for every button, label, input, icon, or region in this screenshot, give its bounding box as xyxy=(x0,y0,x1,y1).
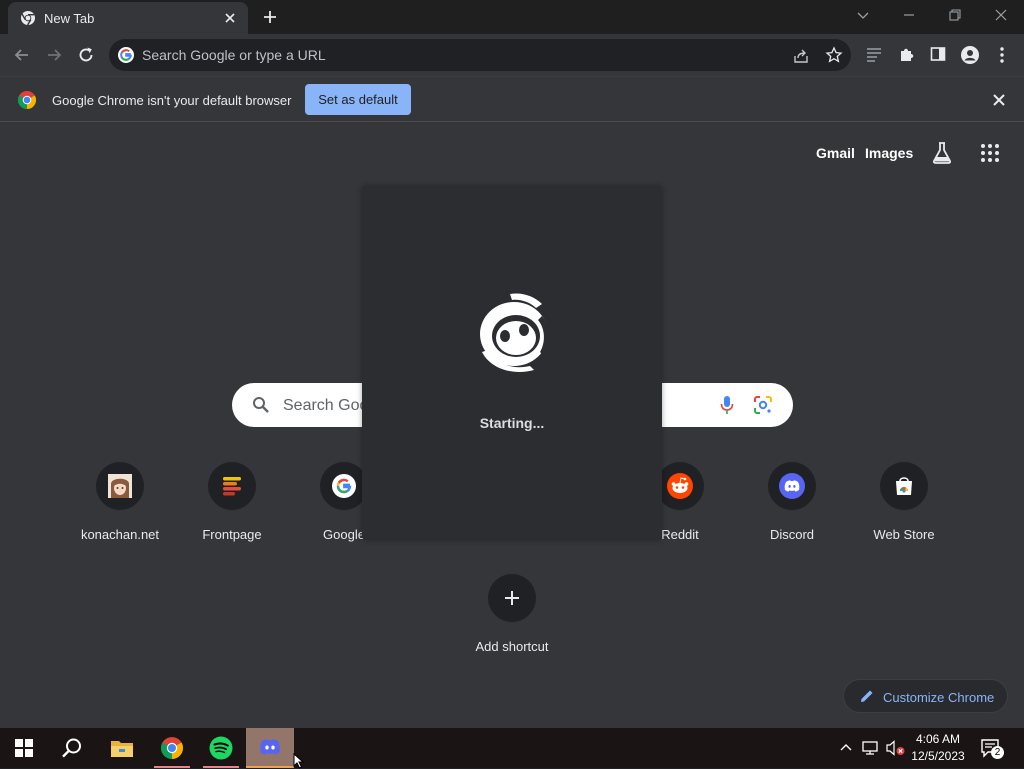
pencil-icon xyxy=(860,689,874,703)
windows-taskbar: 4:06 AM 12/5/2023 2 xyxy=(0,728,1024,769)
add-shortcut[interactable]: Add shortcut xyxy=(456,570,568,666)
reddit-icon xyxy=(656,462,704,510)
add-shortcut-label: Add shortcut xyxy=(475,639,549,654)
tab-title: New Tab xyxy=(44,11,95,26)
start-button[interactable] xyxy=(0,728,48,768)
notification-count-badge: 2 xyxy=(991,746,1004,759)
mouse-cursor-icon xyxy=(293,753,305,769)
close-window-icon[interactable] xyxy=(992,6,1010,24)
file-explorer-icon xyxy=(110,738,134,758)
system-clock[interactable]: 4:06 AM 12/5/2023 xyxy=(908,731,968,765)
discord-status-text: Starting... xyxy=(479,415,545,431)
search-icon xyxy=(61,737,83,759)
shortcut-discord[interactable]: Discord xyxy=(736,458,848,554)
show-hidden-icons-chevron-icon[interactable] xyxy=(839,740,853,754)
browser-toolbar xyxy=(0,34,1024,76)
tab-new-tab[interactable]: New Tab xyxy=(8,2,248,34)
shortcut-label: Discord xyxy=(769,527,815,542)
side-panel-icon[interactable] xyxy=(929,45,947,63)
google-lens-icon[interactable] xyxy=(753,395,773,415)
reading-list-icon[interactable] xyxy=(865,45,883,63)
shortcut-frontpage[interactable]: Frontpage xyxy=(176,458,288,554)
minimize-icon[interactable] xyxy=(900,6,918,24)
konachan-icon xyxy=(96,462,144,510)
shortcut-label: konachan.net xyxy=(80,527,160,542)
spotify-icon xyxy=(209,736,233,760)
back-icon[interactable] xyxy=(12,45,32,65)
clock-time: 4:06 AM xyxy=(915,732,961,746)
google-apps-grid-icon[interactable] xyxy=(980,143,1000,163)
share-icon[interactable] xyxy=(792,47,810,65)
images-link[interactable]: Images xyxy=(865,145,913,161)
infobar-close-icon[interactable] xyxy=(992,93,1006,107)
chrome-menu-icon[interactable] xyxy=(994,45,1010,65)
start-icon xyxy=(15,739,33,757)
shortcut-web-store[interactable]: Web Store xyxy=(848,458,960,554)
restore-icon[interactable] xyxy=(946,6,964,24)
shortcut-konachan[interactable]: konachan.net xyxy=(64,458,176,554)
discord-splash-window: Starting... xyxy=(362,186,662,540)
taskbar-file-explorer[interactable] xyxy=(98,728,146,768)
extensions-puzzle-icon[interactable] xyxy=(898,45,916,63)
forward-icon[interactable] xyxy=(44,45,64,65)
tab-close-icon[interactable] xyxy=(223,11,237,25)
customize-chrome-label: Customize Chrome xyxy=(883,690,995,705)
customize-chrome-button[interactable]: Customize Chrome xyxy=(843,679,1008,713)
discord-icon xyxy=(768,462,816,510)
shortcut-label: Web Store xyxy=(873,527,935,542)
shortcut-label: Frontpage xyxy=(202,527,262,542)
network-icon[interactable] xyxy=(862,740,880,756)
taskbar-search-button[interactable] xyxy=(48,728,96,768)
discord-loading-logo-icon xyxy=(472,286,556,382)
frontpage-icon xyxy=(208,462,256,510)
omnibox-input[interactable] xyxy=(142,39,782,71)
google-g-icon xyxy=(118,47,134,63)
web-store-icon xyxy=(880,462,928,510)
new-tab-button[interactable] xyxy=(260,7,280,27)
action-center-button[interactable]: 2 xyxy=(980,738,1004,759)
tab-search-chevron-icon[interactable] xyxy=(854,6,872,24)
omnibox[interactable] xyxy=(109,39,851,71)
ntp-search-placeholder: Search Goo xyxy=(283,397,369,414)
google-icon xyxy=(320,462,368,510)
search-icon xyxy=(252,396,270,414)
set-as-default-button[interactable]: Set as default xyxy=(305,84,411,115)
reload-icon[interactable] xyxy=(76,45,96,65)
chrome-favicon-icon xyxy=(20,10,36,26)
bookmark-star-icon[interactable] xyxy=(825,46,843,64)
infobar-message: Google Chrome isn't your default browser xyxy=(52,93,292,108)
tab-strip: New Tab xyxy=(0,0,1024,34)
add-icon xyxy=(488,574,536,622)
default-browser-infobar: Google Chrome isn't your default browser… xyxy=(0,76,1024,122)
voice-search-mic-icon[interactable] xyxy=(719,395,735,415)
profile-avatar-icon[interactable] xyxy=(960,45,980,65)
volume-muted-icon[interactable] xyxy=(886,740,906,756)
taskbar-chrome[interactable] xyxy=(148,728,196,768)
discord-icon xyxy=(258,738,282,758)
taskbar-discord[interactable] xyxy=(246,728,294,768)
clock-date: 12/5/2023 xyxy=(911,749,965,763)
gmail-link[interactable]: Gmail xyxy=(816,145,855,161)
chrome-icon xyxy=(160,736,184,760)
labs-flask-icon[interactable] xyxy=(931,141,953,165)
taskbar-spotify[interactable] xyxy=(197,728,245,768)
chrome-logo-icon xyxy=(17,90,37,110)
